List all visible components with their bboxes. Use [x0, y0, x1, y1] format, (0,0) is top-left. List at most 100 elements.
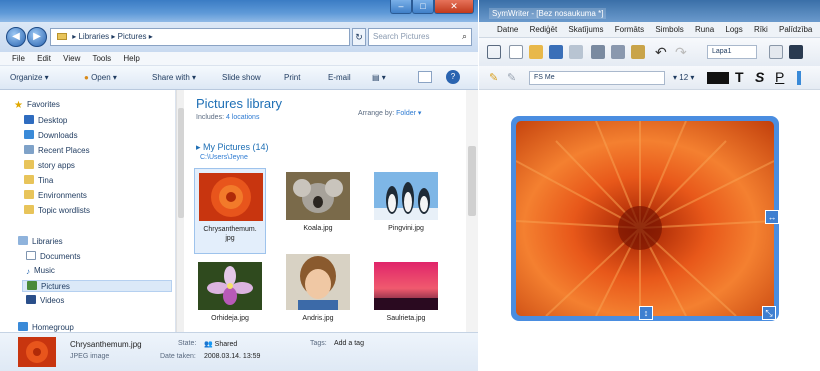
print-button[interactable]: Print [284, 73, 300, 82]
preview-pane-button[interactable] [418, 71, 432, 83]
menu-help[interactable]: Help [123, 54, 139, 63]
nav-topic-wordlists[interactable]: Topic wordlists [24, 205, 90, 217]
nav-documents-label: Documents [40, 252, 81, 261]
file-name: Koala.jpg [303, 225, 333, 232]
nav-pictures[interactable]: Pictures [22, 280, 172, 292]
arrange-dropdown[interactable]: Folder ▾ [396, 110, 421, 117]
copy-icon[interactable] [591, 45, 605, 59]
forward-button[interactable]: ▶ [27, 27, 47, 47]
nav-documents[interactable]: Documents [26, 251, 80, 263]
color-picker[interactable] [707, 72, 729, 84]
detail-tags-value[interactable]: Add a tag [334, 340, 364, 347]
share-with-button[interactable]: Share with ▾ [152, 73, 196, 82]
email-button[interactable]: E-mail [328, 73, 351, 82]
nav-libraries-label: Libraries [32, 237, 63, 246]
file-item-koala[interactable]: Koala.jpg [282, 168, 354, 254]
content-scroll-thumb[interactable] [468, 146, 476, 216]
nav-music[interactable]: ♪ Music [26, 266, 55, 278]
desktop-icon [24, 115, 34, 124]
paragraph-button[interactable]: P [775, 70, 784, 85]
back-button[interactable]: ◀ [6, 27, 26, 47]
file-item-pingvini[interactable]: Pingvini.jpg [370, 168, 442, 254]
nav-tina[interactable]: Tina [24, 175, 53, 187]
align-left-icon[interactable] [769, 45, 783, 59]
resize-diagonal-handle[interactable]: ⤡ [762, 306, 776, 320]
selected-file-thumbnail [18, 337, 56, 367]
help-icon[interactable]: ? [446, 70, 460, 84]
align-center-icon[interactable] [789, 45, 803, 59]
page-selector[interactable]: Lapa1 [707, 45, 757, 59]
menu-view[interactable]: View [63, 54, 80, 63]
menu-skatijums[interactable]: Skatījums [568, 25, 603, 34]
layout-icon[interactable] [487, 45, 501, 59]
menu-paliidziba[interactable]: Palīdzība [779, 25, 812, 34]
nav-recent-places[interactable]: Recent Places [24, 145, 90, 157]
group-path[interactable]: C:\Users\Jeyne [200, 154, 248, 161]
menu-file[interactable]: File [12, 54, 25, 63]
pen-icon[interactable]: ✎ [507, 71, 516, 84]
file-item-andris[interactable]: Andris.jpg [282, 250, 354, 344]
page-label: Lapa1 [712, 48, 732, 55]
command-bar: Organize ▾ ● Open ▾ Share with ▾ Slide s… [0, 66, 478, 90]
includes-link[interactable]: 4 locations [226, 114, 259, 121]
detail-date-label: Date taken: [160, 353, 196, 360]
redo-icon[interactable]: ↷ [675, 45, 689, 59]
open-folder-icon[interactable] [529, 45, 543, 59]
star-icon: ★ [14, 100, 23, 111]
menu-simbols[interactable]: Simbols [655, 25, 683, 34]
close-button[interactable]: ✕ [434, 0, 474, 14]
print-icon[interactable] [569, 45, 583, 59]
file-name: Orhideja.jpg [211, 315, 249, 322]
pencil-icon[interactable]: ✎ [489, 71, 498, 84]
nav-scroll-thumb[interactable] [178, 108, 184, 218]
menu-rediget[interactable]: Rediģēt [530, 25, 558, 34]
menu-edit[interactable]: Edit [37, 54, 51, 63]
search-input[interactable]: Search Pictures ⌕ [368, 28, 472, 46]
nav-favorites[interactable]: ★ Favorites [14, 100, 60, 112]
nav-story-apps[interactable]: story apps [24, 160, 75, 172]
save-icon[interactable] [549, 45, 563, 59]
new-document-icon[interactable] [509, 45, 523, 59]
detail-date-value: 2008.03.14. 13:59 [204, 353, 261, 360]
content-scrollbar[interactable] [466, 90, 478, 332]
more-tools-indicator [797, 71, 801, 85]
menu-formats[interactable]: Formāts [615, 25, 644, 34]
menu-runa[interactable]: Runa [695, 25, 714, 34]
nav-scrollbar[interactable] [176, 90, 184, 332]
file-item-chrysanthemum[interactable]: Chrysanthemum. jpg [194, 168, 266, 254]
nav-desktop[interactable]: Desktop [24, 115, 67, 127]
resize-vertical-handle[interactable]: ↕ [639, 306, 653, 320]
arrange-by: Arrange by: Folder ▾ [358, 109, 421, 117]
nav-videos-label: Videos [40, 296, 65, 305]
font-size-select[interactable]: ▾ 12 ▾ [669, 71, 699, 85]
resize-horizontal-handle[interactable]: ↔ [765, 210, 779, 224]
menu-logs[interactable]: Logs [725, 25, 742, 34]
font-family-select[interactable]: FS Me [529, 71, 665, 85]
paste-icon[interactable] [631, 45, 645, 59]
nav-homegroup[interactable]: Homegroup [18, 322, 74, 332]
minimize-button[interactable]: – [390, 0, 412, 14]
group-header[interactable]: ▸ My Pictures (14) [196, 142, 269, 153]
nav-environments[interactable]: Environments [24, 190, 87, 202]
menu-datne[interactable]: Datne [497, 25, 518, 34]
nav-downloads[interactable]: Downloads [24, 130, 78, 142]
menu-riki[interactable]: Rīki [754, 25, 768, 34]
undo-icon[interactable]: ↶ [655, 45, 669, 59]
address-bar[interactable]: ▸ Libraries ▸ Pictures ▸ [50, 28, 350, 46]
views-button[interactable]: ▤ ▾ [372, 73, 386, 82]
cut-icon[interactable] [611, 45, 625, 59]
nav-videos[interactable]: Videos [26, 295, 64, 307]
inserted-image-frame[interactable] [511, 116, 779, 321]
nav-libraries[interactable]: Libraries [18, 236, 63, 248]
maximize-button[interactable]: □ [412, 0, 434, 14]
open-button[interactable]: ● Open ▾ [84, 73, 117, 82]
slideshow-button[interactable]: Slide show [222, 73, 261, 82]
refresh-button[interactable]: ↻ [352, 28, 366, 46]
menu-tools[interactable]: Tools [92, 54, 111, 63]
organize-button[interactable]: Organize ▾ [10, 73, 49, 82]
symbol-style-button[interactable]: S [755, 70, 764, 85]
folder-icon [24, 175, 34, 184]
address-row: ◀ ▶ ▸ Libraries ▸ Pictures ▸ ↻ Search Pi… [0, 22, 478, 52]
text-style-button[interactable]: T [735, 70, 744, 85]
sunset-thumbnail [374, 262, 438, 310]
